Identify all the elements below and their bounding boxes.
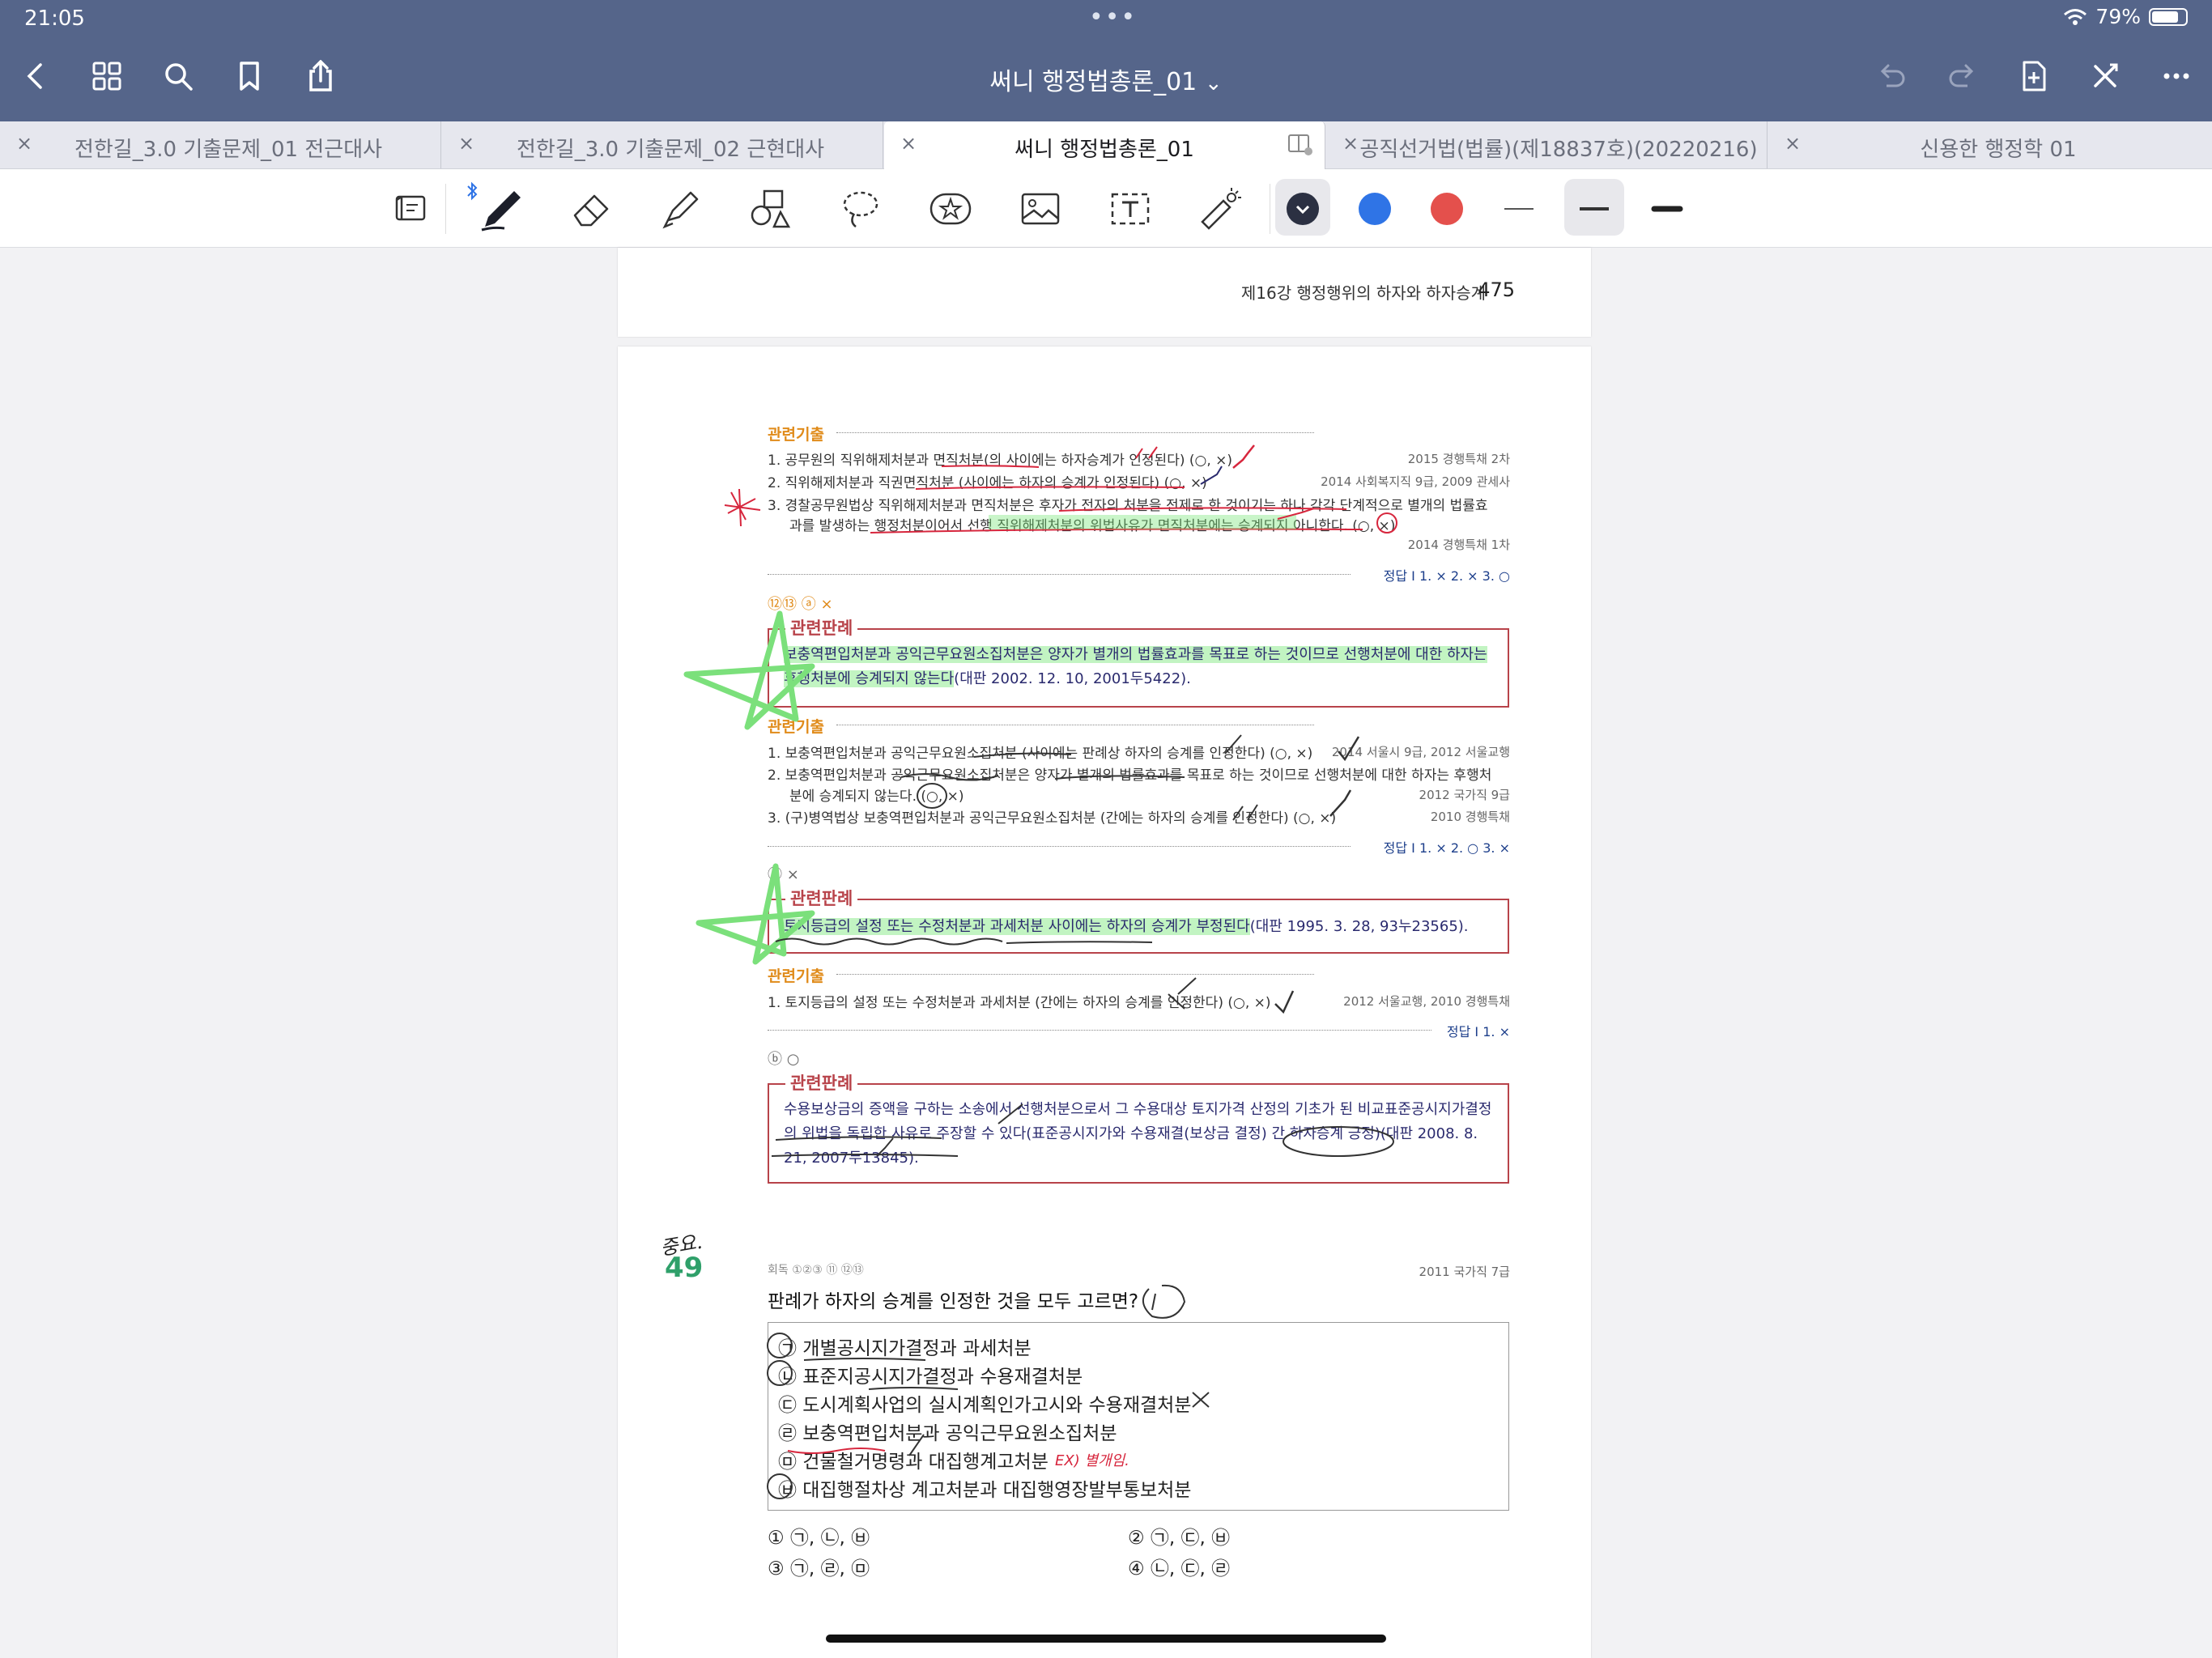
- question-item: 2. 직위해제처분과 직권면직처분 (사이에는 하자의 승계가 인정된다) (○…: [768, 475, 1207, 491]
- running-header: 제16강 행정행위의 하자와 하자승계: [1240, 283, 1486, 303]
- tab-label: 전한길_3.0 기출문제_01 전근대사: [74, 138, 383, 162]
- option-item: ㉢ 도시계획사업의 실시계획인가고시와 수용재결처분: [778, 1395, 1192, 1416]
- question-source: 2012 국가직 9급: [1419, 788, 1510, 802]
- battery-icon: [2149, 7, 2188, 26]
- option-item: ㉥ 대집행절차상 계고처분과 대집행영장발부통보처분: [778, 1480, 1192, 1501]
- eraser-icon[interactable]: [563, 181, 619, 237]
- color-swatch-blue[interactable]: [1346, 181, 1403, 237]
- stroke-thick-icon[interactable]: [1639, 181, 1695, 237]
- pdf-page-475-footer: 제16강 행정행위의 하자와 하자승계 475: [618, 248, 1591, 337]
- question-item: 3. 경찰공무원법상 직위해제처분과 면직처분은 후자가 전자의 처분을 전제로…: [768, 498, 1488, 514]
- tab-3-active[interactable]: × 써니 행정법총론_01: [884, 121, 1325, 170]
- multitasking-dots[interactable]: •••: [1089, 3, 1137, 32]
- answer-choice[interactable]: ② ㉠, ㉢, ㉥: [1128, 1522, 1230, 1550]
- status-time: 21:05: [24, 6, 85, 31]
- tab-label: 공직선거법(법률)(제18837호)(20220216): [1359, 138, 1758, 162]
- case-law-box: 관련판례 보충역편입처분과 공익근무요원소집처분은 양자가 별개의 법률효과를 …: [768, 615, 1509, 708]
- answer-choice[interactable]: ③ ㉠, ㉣, ㉤: [768, 1553, 870, 1580]
- box-title: 관련판례: [785, 615, 858, 640]
- tab-1[interactable]: × 전한길_3.0 기출문제_01 전근대사: [0, 121, 441, 168]
- answer-choice[interactable]: ① ㉠, ㉡, ㉥: [768, 1522, 870, 1550]
- box-marks: ⓑ ○: [768, 1051, 800, 1068]
- question-item: 과를 발생하는 행정처분이어서 선행 직위해제처분의 위법사유가 면직처분에는 …: [789, 518, 1396, 534]
- home-indicator[interactable]: [826, 1635, 1386, 1643]
- box-text: 수용보상금의 증액을 구하는 소송에서 선행처분으로서 그 수용대상 토지가격 …: [784, 1101, 1492, 1167]
- box-title: 관련판례: [785, 1070, 858, 1095]
- page-number: 475: [1478, 278, 1515, 301]
- shapes-icon[interactable]: [742, 181, 799, 237]
- question-source: 2012 서울교행, 2010 경행특채: [1343, 994, 1510, 1009]
- pen-icon[interactable]: [473, 181, 530, 237]
- status-indicators: 79%: [2063, 5, 2188, 28]
- question-stem: 판례가 하자의 승계를 인정한 것을 모두 고르면?: [768, 1291, 1139, 1312]
- answer-choice[interactable]: ④ ㉡, ㉢, ㉣: [1128, 1553, 1230, 1580]
- case-law-box: 관련판례 토지등급의 설정 또는 수정처분과 과세처분 사이에는 하자의 승계가…: [768, 886, 1509, 954]
- exit-edit-icon[interactable]: [2082, 53, 2128, 99]
- wifi-icon: [2064, 8, 2087, 25]
- document-tabs: × 전한길_3.0 기출문제_01 전근대사 × 전한길_3.0 기출문제_02 근…: [0, 121, 2212, 170]
- laser-pointer-icon[interactable]: [1192, 181, 1249, 237]
- box-text: 보충역편입처분과 공익근무요원소집처분은 양자가 별개의 법률효과를 목표로 하…: [784, 646, 1487, 687]
- stroke-thin-icon[interactable]: [1491, 181, 1547, 237]
- option-item: ㉠ 개별공시지가결정과 과세처분: [778, 1338, 1032, 1359]
- section-label: 관련기출: [768, 967, 824, 985]
- read-mode-icon[interactable]: [382, 181, 439, 237]
- color-swatch-red[interactable]: [1419, 181, 1475, 237]
- box-title: 관련판례: [785, 886, 858, 910]
- image-icon[interactable]: [1012, 181, 1069, 237]
- tab-5[interactable]: × 신용한 행정학 01: [1768, 121, 2212, 168]
- tab-2[interactable]: × 전한길_3.0 기출문제_02 근현대사: [442, 121, 883, 168]
- tab-label: 신용한 행정학 01: [1920, 138, 2077, 162]
- box-text: 토지등급의 설정 또는 수정처분과 과세처분 사이에는 하자의 승계가 부정된다…: [784, 918, 1469, 935]
- section-label: 관련기출: [768, 426, 824, 444]
- option-item: ㉣ 보충역편입처분과 공익근무요원소집처분: [778, 1423, 1117, 1444]
- stroke-medium-icon[interactable]: [1566, 181, 1623, 237]
- tab-4[interactable]: × 공직선거법(법률)(제18837호)(20220216): [1326, 121, 1767, 168]
- study-count-marks: 회독 ①②③ ⑪ ⑫⑬: [768, 1264, 864, 1277]
- question-item: 2. 보충역편입처분과 공익근무요원소집처분은 양자가 별개의 법률효과를 목표…: [768, 767, 1492, 784]
- text-box-icon[interactable]: [1102, 181, 1159, 237]
- question-source: 2015 경행특채 2차: [1407, 452, 1510, 466]
- question-item: 1. 보충역편입처분과 공익근무요원소집처분 (사이에는 판례상 하자의 승계를…: [768, 746, 1313, 762]
- answer-key: 정답 I 1. × 2. × 3. ○: [1383, 568, 1510, 584]
- question-item: 1. 토지등급의 설정 또는 수정처분과 과세처분 (간에는 하자의 승계를 인…: [768, 995, 1271, 1011]
- undo-icon[interactable]: [1869, 53, 1914, 99]
- box-marks: ⑫⑬ ⓐ ×: [768, 596, 833, 613]
- more-icon[interactable]: [2154, 53, 2199, 99]
- split-view-icon[interactable]: [1287, 133, 1313, 157]
- options-box: ㉠ 개별공시지가결정과 과세처분 ㉡ 표준지공시지가결정과 수용재결처분 ㉢ 도…: [768, 1322, 1509, 1511]
- top-navigation-bar: 21:05 ••• 79% 써니 행정법총론_01 ⌄: [0, 0, 2212, 121]
- question-source: 2014 서울시 9급, 2012 서울교행: [1331, 745, 1510, 759]
- highlighter-icon[interactable]: [653, 181, 709, 237]
- battery-level-fill: [2152, 11, 2178, 23]
- redo-icon[interactable]: [1940, 53, 1985, 99]
- pdf-page[interactable]: 관련기출 1. 공무원의 직위해제처분과 면직처분(의 사이에는 하자승계가 인…: [618, 346, 1591, 1658]
- sticker-icon[interactable]: [922, 181, 979, 237]
- option-item: ㉤ 건물철거명령과 대집행계고처분: [778, 1452, 1049, 1473]
- battery-percent: 79%: [2095, 5, 2141, 28]
- case-law-box: 관련판례 수용보상금의 증액을 구하는 소송에서 선행처분으로서 그 수용대상 …: [768, 1070, 1509, 1184]
- question-source: 2010 경행특채: [1430, 810, 1510, 824]
- tab-label: 써니 행정법총론_01: [1015, 138, 1194, 162]
- handwritten-note: EX) 별개임.: [1055, 1452, 1129, 1469]
- tab-label: 전한길_3.0 기출문제_02 근현대사: [516, 138, 825, 162]
- section-label: 관련기출: [768, 718, 824, 736]
- question-item: 1. 공무원의 직위해제처분과 면직처분(의 사이에는 하자승계가 인정된다) …: [768, 453, 1233, 469]
- question-item: 3. (구)병역법상 보충역편입처분과 공익근무요원소집처분 (간에는 하자의 …: [768, 810, 1337, 827]
- option-item: ㉡ 표준지공시지가결정과 수용재결처분: [778, 1367, 1083, 1388]
- box-marks: ⓐ ×: [768, 866, 799, 883]
- lasso-icon[interactable]: [832, 181, 889, 237]
- question-source: 2014 경행특채 1차: [1407, 538, 1510, 552]
- chevron-down-icon: ⌄: [1204, 71, 1223, 96]
- color-swatch-dark[interactable]: [1274, 181, 1331, 237]
- question-source: 2014 사회복지직 9급, 2009 관세사: [1321, 474, 1510, 489]
- question-source: 2011 국가직 7급: [1419, 1265, 1510, 1279]
- add-page-icon[interactable]: [2011, 53, 2057, 99]
- annotation-toolbar: [0, 169, 2212, 248]
- answer-key: 정답 I 1. ×: [1446, 1024, 1510, 1039]
- answer-key: 정답 I 1. × 2. ○ 3. ×: [1383, 840, 1510, 856]
- question-item: 분에 승계되지 않는다. (○, ×): [789, 789, 964, 805]
